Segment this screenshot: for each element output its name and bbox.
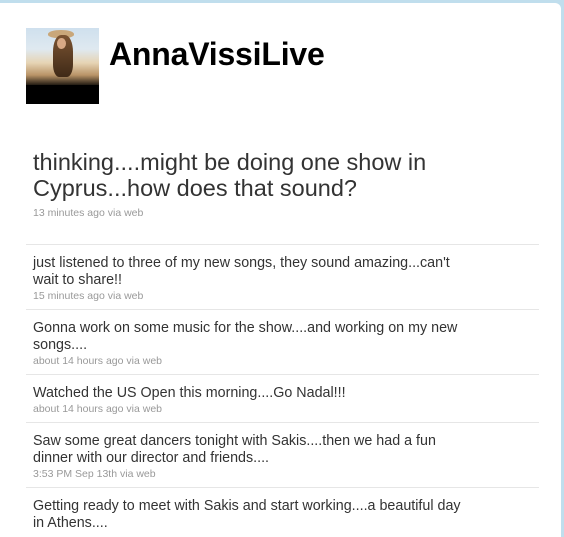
tweet-via: via web	[119, 468, 156, 480]
timeline: just listened to three of my new songs, …	[26, 244, 539, 537]
face-shape	[57, 38, 66, 49]
tweet-time[interactable]: about 14 hours ago	[33, 355, 124, 367]
profile-page: AnnaVissiLive thinking....might be doing…	[0, 3, 561, 537]
tweet-text: Gonna work on some music for the show...…	[33, 320, 458, 353]
latest-status-meta: 13 minutes ago via web	[33, 207, 453, 219]
tweet-text: Saw some great dancers tonight with Saki…	[33, 433, 436, 466]
tweet: just listened to three of my new songs, …	[26, 245, 539, 310]
tweet-meta: about 14 hours ago via web	[33, 355, 539, 367]
latest-status: thinking....might be doing one show in C…	[33, 149, 453, 219]
tweet-time[interactable]: about 14 hours ago	[33, 403, 124, 415]
tweet: Getting ready to meet with Sakis and sta…	[26, 488, 539, 537]
latest-status-text: thinking....might be doing one show in C…	[33, 149, 427, 201]
tweet-time[interactable]: 15 minutes ago	[33, 290, 105, 302]
tweet-via: via web	[126, 403, 163, 415]
tweet-via: via web	[126, 355, 163, 367]
tweet-via: via web	[107, 290, 144, 302]
avatar-dark-band	[26, 85, 99, 104]
latest-status-time[interactable]: 13 minutes ago	[33, 207, 105, 219]
tweet: Watched the US Open this morning....Go N…	[26, 375, 539, 423]
profile-avatar[interactable]	[26, 28, 99, 104]
tweet-text: Watched the US Open this morning....Go N…	[33, 385, 346, 401]
tweet-meta: 3:53 PM Sep 13th via web	[33, 468, 539, 480]
screen-name[interactable]: AnnaVissiLive	[109, 36, 325, 73]
tweet-meta: about 14 hours ago via web	[33, 403, 539, 415]
tweet-text: Getting ready to meet with Sakis and sta…	[33, 498, 461, 531]
tweet: Gonna work on some music for the show...…	[26, 310, 539, 375]
tweet-meta: 15 minutes ago via web	[33, 290, 539, 302]
latest-status-via: via web	[107, 207, 144, 219]
tweet-text: just listened to three of my new songs, …	[33, 255, 450, 288]
tweet-time[interactable]: 3:53 PM Sep 13th	[33, 468, 117, 480]
tweet: Saw some great dancers tonight with Saki…	[26, 423, 539, 488]
